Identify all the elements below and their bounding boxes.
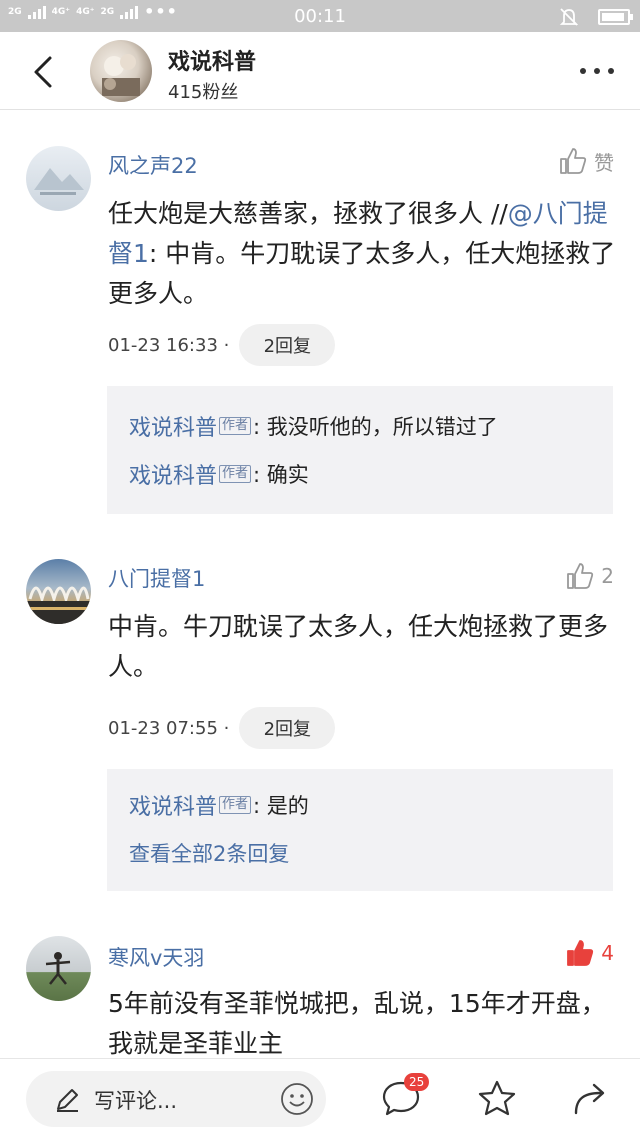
reply-text: : 是的 [253,794,309,818]
avatar-image [102,54,140,96]
reply-item[interactable]: 戏说科普 作者 : 我没听他的，所以错过了 [129,402,591,450]
avatar-image [45,952,71,985]
write-comment-box[interactable]: 写评论... [26,1071,326,1127]
author-tag: 作者 [219,417,252,435]
profile-avatar[interactable] [90,40,152,102]
battery-icon [598,9,633,25]
pen-icon [57,1089,78,1112]
reply-count-button[interactable]: 2回复 [239,707,336,749]
thumbs-up-filled-icon [567,940,594,966]
share-icon[interactable] [570,1077,612,1119]
thumbs-up-icon [560,148,587,174]
like-button[interactable]: 4 [565,938,614,968]
write-comment-placeholder: 写评论... [94,1089,178,1113]
like-count: 4 [601,941,614,965]
battery-level [602,13,624,21]
avatar[interactable] [26,936,91,1001]
mute-bell-icon [559,8,579,26]
reply-item[interactable]: 戏说科普 作者 : 是的 [129,781,591,829]
star-icon[interactable] [476,1077,518,1119]
reply-text: : 我没听他的，所以错过了 [253,415,498,439]
author-tag: 作者 [219,796,252,814]
avatar[interactable] [26,146,91,211]
comment-count-badge: 25 [404,1073,430,1091]
reply-author[interactable]: 戏说科普 [129,789,217,821]
comment-meta: 01-23 07:55 · 2回复 [108,707,336,749]
thumbs-up-icon [567,563,594,589]
see-all-replies-link[interactable]: 查看全部2条回复 [129,829,591,877]
comment-author[interactable]: 八门提督1 [108,563,205,593]
bottom-bar: 写评论... 25 [0,1058,640,1138]
replies-box[interactable]: 戏说科普 作者 : 是的 查看全部2条回复 [107,769,613,891]
comment-item: 风之声22 赞 任大炮是大慈善家，拯救了很多人 //@八门提督1: 中肯。牛刀耽… [0,110,640,520]
like-count: 2 [601,564,614,588]
comment-author[interactable]: 风之声22 [108,150,198,180]
comment-time: 01-23 07:55 · [108,717,230,739]
followers-count: 415粉丝 [168,82,239,103]
reply-author[interactable]: 戏说科普 [129,458,217,490]
page-title: 戏说科普 [168,50,257,75]
status-bar: 2G 4G⁺ 4G⁺ 2G ••• 00:11 [0,0,640,32]
more-dots-icon[interactable] [580,68,614,74]
comment-item: 八门提督1 2 中肯。牛刀耽误了太多人，任大炮拯救了更多人。 01-23 07:… [0,545,640,895]
comment-text-quoted: : 中肯。牛刀耽误了太多人，任大炮拯救了更多人。 [108,239,616,308]
comment-text-main: 任大炮是大慈善家，拯救了很多人 // [108,199,508,228]
comment-author[interactable]: 寒风v天羽 [108,942,204,972]
like-button[interactable]: 2 [565,561,614,591]
comment-text: 任大炮是大慈善家，拯救了很多人 //@八门提督1: 中肯。牛刀耽误了太多人，任大… [108,194,618,314]
comment-time: 01-23 16:33 · [108,334,230,356]
replies-box[interactable]: 戏说科普 作者 : 我没听他的，所以错过了 戏说科普 作者 : 确实 [107,386,613,514]
reply-item[interactable]: 戏说科普 作者 : 确实 [129,450,591,498]
status-right [558,6,633,28]
like-button[interactable]: 赞 [558,146,614,176]
avatar-image [26,586,91,624]
avatar-image [34,168,84,195]
like-label: 赞 [594,150,614,175]
reply-count-button[interactable]: 2回复 [239,324,336,366]
comment-text: 中肯。牛刀耽误了太多人，任大炮拯救了更多人。 [108,612,609,681]
avatar[interactable] [26,559,91,624]
status-time: 00:11 [294,6,346,27]
see-all-replies-label: 查看全部2条回复 [129,842,290,866]
chevron-left-icon[interactable] [26,52,62,92]
emoji-icon[interactable] [279,1081,315,1117]
reply-author[interactable]: 戏说科普 [129,410,217,442]
header: 戏说科普 415粉丝 [0,32,640,110]
comment-text: 5年前没有圣菲悦城把，乱说，15年才开盘，我就是圣菲业主 [108,989,606,1058]
comment-item: 寒风v天羽 4 5年前没有圣菲悦城把，乱说，15年才开盘，我就是圣菲业主 [0,920,640,1058]
author-tag: 作者 [219,465,252,483]
reply-text: : 确实 [253,463,309,487]
comment-meta: 01-23 16:33 · 2回复 [108,324,336,366]
